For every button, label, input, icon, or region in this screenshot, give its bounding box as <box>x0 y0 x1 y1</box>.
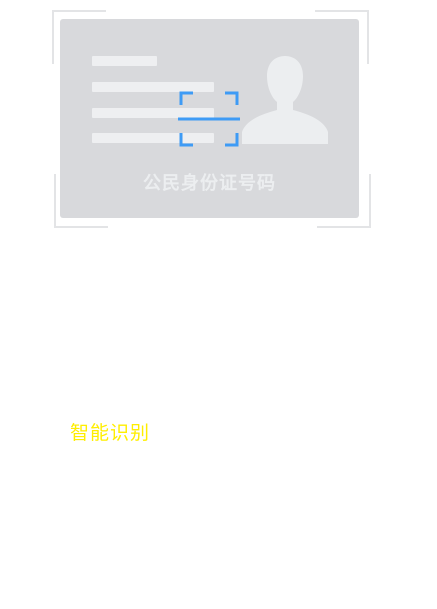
id-card-placeholder[interactable]: 公民身份证号码 <box>60 19 359 218</box>
id-number-caption: 公民身份证号码 <box>143 173 276 194</box>
scan-frame-icon <box>178 91 240 147</box>
smart-recognition-label[interactable]: 智能识别 <box>70 418 150 445</box>
card-text-line <box>92 56 157 66</box>
person-silhouette-icon <box>242 56 328 144</box>
